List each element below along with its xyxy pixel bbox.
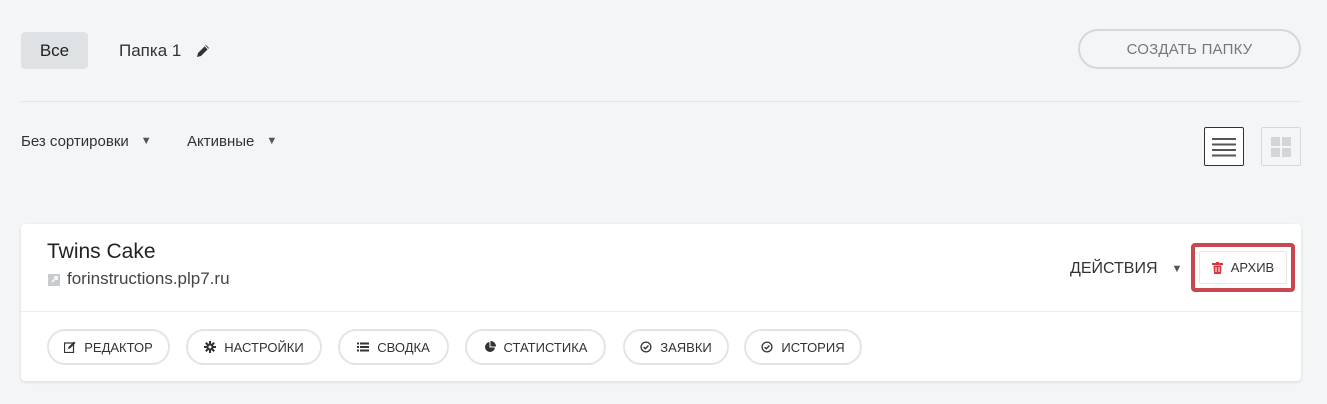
grid-view-button[interactable]: [1261, 127, 1301, 166]
create-folder-button[interactable]: СОЗДАТЬ ПАПКУ: [1078, 29, 1301, 69]
statistics-button[interactable]: СТАТИСТИКА: [465, 329, 606, 365]
list-view-button[interactable]: [1204, 127, 1244, 166]
divider: [21, 101, 1301, 102]
site-url-link[interactable]: forinstructions.plp7.ru: [47, 269, 230, 289]
sort-dropdown[interactable]: Без сортировки ▼: [21, 132, 152, 150]
summary-label: СВОДКА: [377, 339, 430, 355]
requests-button[interactable]: ЗАЯВКИ: [623, 329, 729, 365]
settings-button[interactable]: НАСТРОЙКИ: [186, 329, 322, 365]
actions-label: ДЕЙСТВИЯ: [1070, 260, 1158, 277]
tab-all-label: Все: [39, 40, 70, 60]
editor-button[interactable]: РЕДАКТОР: [47, 329, 170, 365]
archive-highlight: АРХИВ: [1191, 243, 1295, 292]
dropdown-arrow-icon: ▼: [1171, 263, 1183, 275]
trash-icon: [1211, 261, 1223, 274]
history-button[interactable]: ИСТОРИЯ: [744, 329, 862, 365]
archive-button[interactable]: АРХИВ: [1199, 251, 1287, 284]
site-url-text: forinstructions.plp7.ru: [67, 269, 230, 288]
status-label: Активные: [187, 132, 255, 150]
pencil-icon[interactable]: [195, 43, 211, 59]
settings-label: НАСТРОЙКИ: [224, 339, 304, 355]
sort-label: Без сортировки: [21, 132, 129, 150]
requests-label: ЗАЯВКИ: [660, 339, 712, 355]
tab-folder-1[interactable]: Папка 1: [119, 40, 211, 62]
pie-chart-icon: [484, 341, 496, 353]
summary-button[interactable]: СВОДКА: [338, 329, 449, 365]
dropdown-arrow-icon: ▼: [266, 135, 278, 147]
list-icon: [357, 341, 370, 353]
status-dropdown[interactable]: Активные ▼: [187, 132, 277, 150]
check-circle-icon: [761, 341, 773, 353]
site-title: Twins Cake: [47, 240, 156, 263]
dropdown-arrow-icon: ▼: [140, 135, 152, 147]
statistics-label: СТАТИСТИКА: [503, 339, 588, 355]
tab-folder-label: Папка 1: [119, 41, 182, 60]
tab-all[interactable]: Все: [21, 32, 88, 69]
list-view-icon: [1212, 137, 1236, 156]
archive-label: АРХИВ: [1230, 260, 1275, 275]
gear-icon: [204, 341, 217, 353]
create-folder-label: СОЗДАТЬ ПАПКУ: [1126, 40, 1253, 58]
edit-icon: [64, 341, 76, 354]
history-label: ИСТОРИЯ: [781, 339, 845, 355]
check-circle-icon: [640, 341, 652, 353]
actions-dropdown[interactable]: ДЕЙСТВИЯ ▼: [1070, 259, 1182, 279]
external-link-icon: [47, 272, 61, 286]
editor-label: РЕДАКТОР: [84, 339, 153, 355]
grid-view-icon: [1271, 136, 1291, 157]
card-divider: [21, 311, 1301, 312]
